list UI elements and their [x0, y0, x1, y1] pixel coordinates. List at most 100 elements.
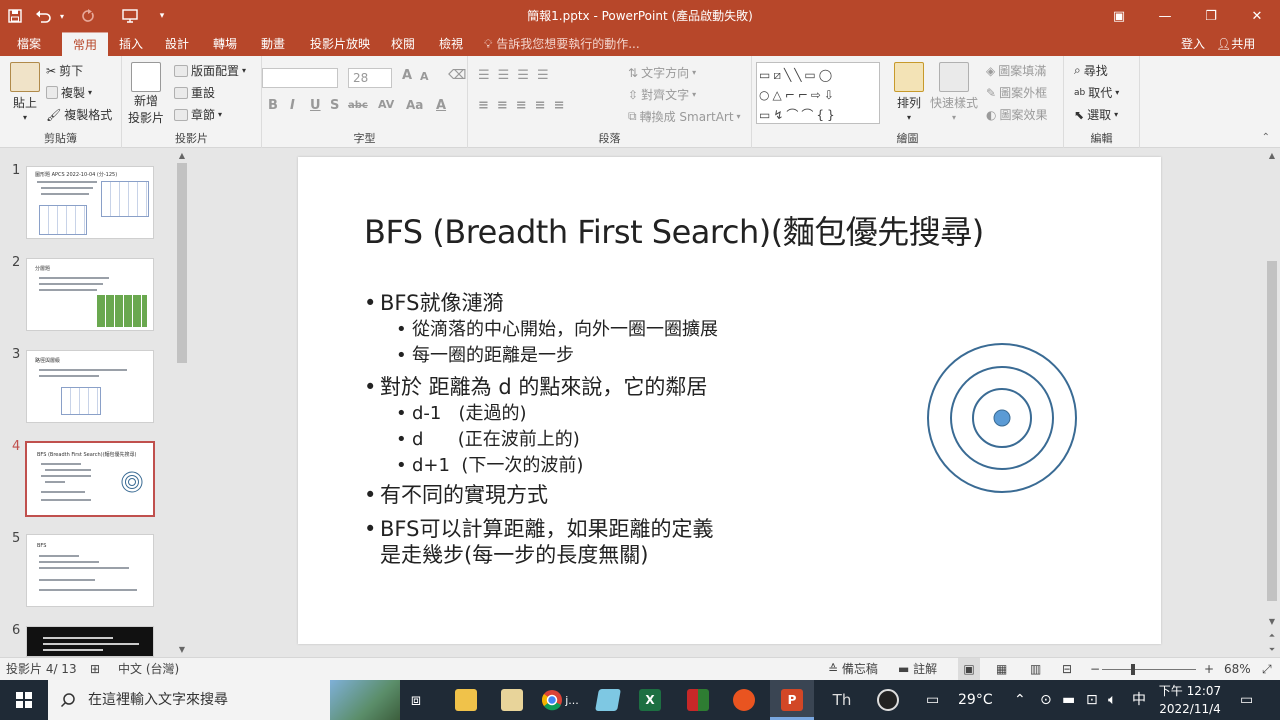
align-buttons[interactable]: ≡≡≡≡≡ [478, 98, 572, 113]
excel-icon[interactable]: X [632, 680, 668, 720]
sign-in-link[interactable]: 登入 [1181, 32, 1205, 56]
tell-me-box[interactable]: 💡︎ 告訴我您想要執行的動作... [484, 32, 640, 56]
scroll-down-icon[interactable]: ▼ [174, 643, 190, 657]
slide-thumbnail[interactable]: BFS [26, 534, 154, 607]
slide-thumbnail[interactable]: 路徑與層級 [26, 350, 154, 423]
chrome-icon[interactable]: j... [536, 680, 584, 720]
tab-review[interactable]: 校閱 [386, 32, 420, 56]
slide-thumbnail[interactable] [26, 626, 154, 657]
undo-icon[interactable] [30, 0, 56, 32]
bullet-item[interactable]: • 從滴落的中心開始，向外一圈一圈擴展 [396, 315, 718, 341]
undo-dropdown-icon[interactable]: ▾ [56, 0, 68, 32]
change-case-button[interactable]: Aa [406, 98, 423, 112]
shape-outline-button[interactable]: ✎ 圖案外框 [986, 84, 1047, 101]
bullet-item[interactable]: • BFS就像漣漪 [364, 287, 503, 317]
scroll-down-icon[interactable]: ▼ [1264, 615, 1280, 629]
file-explorer-icon[interactable] [448, 680, 484, 720]
scroll-up-icon[interactable]: ▲ [1264, 149, 1280, 163]
arrange-button[interactable]: 排列 ▾ [894, 62, 924, 122]
format-painter-button[interactable]: 🖌︎ 複製格式 [46, 106, 112, 123]
scrollbar-thumb[interactable] [1267, 261, 1277, 601]
next-slide-icon[interactable]: ⏷ [1264, 643, 1280, 657]
italic-button[interactable]: I [290, 98, 295, 113]
font-size-box[interactable]: 28 [348, 68, 392, 88]
zoom-in-button[interactable]: + [1204, 658, 1214, 681]
shape-fill-button[interactable]: ◈ 圖案填滿 [986, 62, 1046, 79]
bullet-item[interactable]: • d-1 (走過的) [396, 399, 527, 425]
obs-icon[interactable] [868, 680, 908, 720]
ripple-diagram[interactable] [924, 340, 1080, 496]
increase-font-icon[interactable]: A [402, 68, 412, 83]
section-button[interactable]: 章節 ▾ [174, 106, 222, 123]
slide-sorter-icon[interactable]: ▦ [996, 658, 1007, 681]
start-button[interactable] [0, 680, 48, 720]
defender-icon[interactable]: ⊙ [1040, 680, 1052, 720]
quick-styles-button[interactable]: 快速樣式 ▾ [930, 62, 978, 122]
bullet-item[interactable]: • d+1 (下一次的波前) [396, 451, 583, 477]
new-slide-button[interactable]: 新增 投影片 [128, 62, 164, 126]
weather-icon[interactable]: ▭ [926, 680, 939, 720]
tab-design[interactable]: 設計 [160, 32, 194, 56]
align-text-button[interactable]: ⇳ 對齊文字 ▾ [628, 86, 696, 103]
ime-indicator[interactable]: 中 [1132, 680, 1146, 720]
slide-canvas[interactable]: BFS (Breadth First Search)(麵包優先搜尋) • BFS就… [298, 157, 1161, 644]
font-color-button[interactable]: A [436, 98, 446, 113]
app-icon[interactable] [680, 680, 716, 720]
app-icon[interactable] [590, 680, 626, 720]
bullet-item[interactable]: • 對於 距離為 d 的點來說，它的鄰居 [364, 371, 707, 401]
zoom-out-button[interactable]: − [1090, 658, 1100, 681]
show-hidden-icons[interactable]: ⌃ [1014, 680, 1026, 720]
find-button[interactable]: ⌕ 尋找 [1074, 62, 1108, 79]
slide-scrollbar[interactable]: ▲ ▼ ⏶ ⏷ [1264, 149, 1280, 657]
bullet-item[interactable]: • 有不同的實現方式 [364, 479, 548, 509]
shape-effects-button[interactable]: ◐ 圖案效果 [986, 106, 1048, 123]
bullet-item[interactable]: • d (正在波前上的) [396, 425, 580, 451]
underline-button[interactable]: U [310, 98, 321, 113]
powerpoint-icon[interactable]: P [770, 680, 814, 720]
save-icon[interactable] [0, 0, 30, 32]
collapse-ribbon-icon[interactable]: ⌃ [1262, 132, 1270, 143]
taskbar-clock[interactable]: 下午 12:07 2022/11/4 [1152, 682, 1228, 718]
text-app-icon[interactable]: Th [822, 680, 862, 720]
fit-slide-icon[interactable]: ⤢ [1262, 658, 1272, 681]
battery-icon[interactable]: ▬ [1062, 680, 1075, 720]
language-indicator[interactable]: 中文 (台灣) [118, 658, 179, 681]
shadow-button[interactable]: S [330, 98, 339, 113]
slideshow-view-icon[interactable]: ⊟ [1062, 658, 1072, 681]
copy-button[interactable]: 複製 ▾ [46, 84, 92, 101]
smartart-button[interactable]: ⧉ 轉換成 SmartArt ▾ [628, 108, 741, 125]
network-icon[interactable]: ⊡ [1086, 680, 1098, 720]
zoom-slider-handle[interactable] [1131, 664, 1135, 675]
select-button[interactable]: ⬉ 選取 ▾ [1074, 106, 1118, 123]
volume-icon[interactable]: 🔈︎ [1108, 680, 1116, 720]
close-button[interactable]: ✕ [1234, 0, 1280, 32]
previous-slide-icon[interactable]: ⏶ [1264, 629, 1280, 643]
tab-slideshow[interactable]: 投影片放映 [304, 32, 376, 56]
bullet-item[interactable]: • 每一圈的距離是一步 [396, 341, 574, 367]
customize-qat-icon[interactable]: ▾ [152, 0, 172, 32]
text-direction-button[interactable]: ⇅ 文字方向 ▾ [628, 64, 696, 81]
decrease-font-icon[interactable]: A [420, 70, 429, 83]
tab-transitions[interactable]: 轉場 [208, 32, 242, 56]
clear-formatting-icon[interactable]: ⌫ [448, 68, 466, 83]
slide-title[interactable]: BFS (Breadth First Search)(麵包優先搜尋) [364, 207, 984, 253]
tab-view[interactable]: 檢視 [434, 32, 468, 56]
restore-button[interactable]: ❐ [1188, 0, 1234, 32]
paste-button[interactable]: 貼上 ▾ [10, 62, 40, 122]
slide-thumbnail[interactable]: 圖形題 APCS 2022-10-04 (分-125) [26, 166, 154, 239]
start-from-beginning-icon[interactable] [108, 0, 152, 32]
ribbon-display-options-icon[interactable]: ▣ [1096, 0, 1142, 32]
notes-button[interactable]: ≙ 備忘稿 [828, 658, 878, 681]
replace-button[interactable]: ab 取代 ▾ [1074, 84, 1119, 101]
taskbar-search[interactable]: 在這裡輸入文字來搜尋 [48, 680, 400, 720]
zoom-slider-track[interactable] [1102, 669, 1196, 670]
list-buttons[interactable]: ☰☰☰☰ [478, 68, 557, 83]
strikethrough-button[interactable]: abc [348, 100, 368, 111]
cut-button[interactable]: ✂︎ 剪下 [46, 62, 83, 79]
character-spacing-button[interactable]: AV [378, 98, 394, 111]
shapes-gallery[interactable]: ▭⧄╲╲▭◯ ○△⌐⌐⇨⇩ ▭↯⌒⌒{} [756, 62, 880, 124]
tab-file[interactable]: 檔案 [6, 32, 52, 56]
notification-icon[interactable]: ▭ [1240, 680, 1253, 720]
bold-button[interactable]: B [268, 98, 278, 113]
tab-insert[interactable]: 插入 [114, 32, 148, 56]
